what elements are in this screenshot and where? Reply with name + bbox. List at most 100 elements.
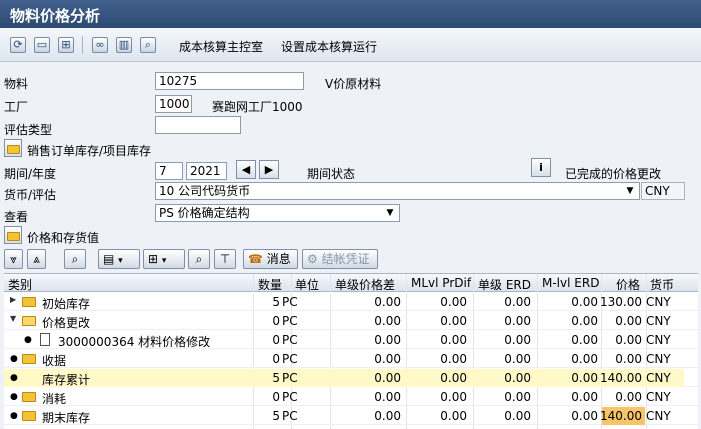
bullet-icon: ● bbox=[10, 373, 18, 383]
bullet-icon: ● bbox=[10, 354, 18, 364]
table-row-highlighted[interactable]: ● 库存累计 5 PC 0.00 0.00 0.00 0.00 140.00 C… bbox=[4, 369, 698, 387]
row-unit: PC bbox=[282, 409, 298, 423]
messages-label: 消息 bbox=[266, 252, 291, 266]
chevron-down-icon[interactable]: ▼ bbox=[383, 206, 397, 220]
info-icon[interactable]: i bbox=[531, 158, 551, 177]
currency-code-field: CNY bbox=[641, 182, 685, 200]
header-sl-price-diff[interactable]: 单级价格差 bbox=[335, 276, 395, 293]
folder-icon bbox=[7, 232, 20, 241]
folder-icon bbox=[22, 411, 36, 421]
row-ml-erd: 0.00 bbox=[571, 295, 598, 309]
row-sl-erd: 0.00 bbox=[504, 333, 531, 347]
row-sl-erd: 0.00 bbox=[504, 314, 531, 328]
period-input[interactable]: 7 bbox=[155, 162, 183, 180]
messages-button[interactable]: ☎ 消息 bbox=[243, 249, 298, 269]
message-icon: ☎ bbox=[248, 252, 263, 266]
find-icon[interactable]: ⌕ bbox=[64, 249, 86, 269]
row-ml-erd: 0.00 bbox=[571, 352, 598, 366]
header-ml-price-diff[interactable]: MLvl PrDif bbox=[411, 276, 471, 290]
row-ml-diff: 0.00 bbox=[440, 390, 467, 404]
row-price[interactable]: 140.00 bbox=[598, 409, 642, 423]
grid-toolbar: ⩔ ⩓ ⌕ ▤ ▾ ⊞ ▾ ⌕ ⊤ ☎ 消息 ⚙ 结帐凭证 bbox=[0, 246, 701, 272]
currency-valuation-label: 货币/评估 bbox=[4, 188, 57, 202]
material-description: V价原材料 bbox=[325, 77, 382, 91]
collapse-all-icon[interactable]: ⩓ bbox=[27, 249, 46, 269]
bullet-icon: ● bbox=[24, 335, 32, 345]
table-row[interactable]: ● 消耗 0 PC 0.00 0.00 0.00 0.00 0.00 CNY bbox=[4, 388, 698, 406]
table-row[interactable]: ● 3000000364 材料价格修改 0 PC 0.00 0.00 0.00 … bbox=[4, 331, 698, 349]
previous-period-button[interactable]: ◀ bbox=[236, 160, 256, 179]
material-input[interactable]: 10275 bbox=[155, 72, 304, 90]
row-quantity: 0 bbox=[272, 390, 280, 404]
details-icon[interactable]: ⌕ bbox=[188, 249, 210, 269]
table-row[interactable]: ▼ 价格更改 0 PC 0.00 0.00 0.00 0.00 0.00 CNY bbox=[4, 312, 698, 330]
plant-label: 工厂 bbox=[4, 100, 29, 114]
header-currency[interactable]: 货币 bbox=[650, 276, 674, 293]
columns-icon[interactable]: ▥ bbox=[116, 37, 132, 53]
chevron-down-icon: ▾ bbox=[118, 256, 123, 266]
tree-icon[interactable]: ⊤ bbox=[214, 249, 236, 269]
row-category: 期末库存 bbox=[42, 411, 91, 425]
bullet-icon: ● bbox=[10, 411, 18, 421]
header-unit[interactable]: 单位 bbox=[295, 276, 319, 293]
plant-input[interactable]: 1000 bbox=[155, 95, 192, 113]
row-sl-erd: 0.00 bbox=[504, 409, 531, 423]
next-period-button[interactable]: ▶ bbox=[259, 160, 279, 179]
row-unit: PC bbox=[282, 314, 298, 328]
post-document-button[interactable]: ⚙ 结帐凭证 bbox=[302, 249, 378, 269]
row-category: 库存累计 bbox=[42, 373, 91, 387]
chevron-down-icon[interactable]: ▼ bbox=[10, 314, 16, 323]
header-sl-erd[interactable]: 单级 ERD bbox=[478, 276, 531, 293]
header-price[interactable]: 价格 bbox=[616, 276, 640, 293]
table-row[interactable]: ● 收据 0 PC 0.00 0.00 0.00 0.00 0.00 CNY bbox=[4, 350, 698, 368]
chevron-right-icon[interactable]: ▶ bbox=[10, 295, 16, 304]
folder-icon bbox=[22, 297, 36, 307]
window-title: 物料价格分析 bbox=[0, 0, 701, 28]
row-ml-diff: 0.00 bbox=[440, 409, 467, 423]
row-ml-erd: 0.00 bbox=[571, 409, 598, 423]
row-ml-erd: 0.00 bbox=[571, 333, 598, 347]
expand-all-icon[interactable]: ⩔ bbox=[4, 249, 23, 269]
row-quantity: 0 bbox=[272, 352, 280, 366]
currency-valuation-select[interactable]: 10 公司代码货币 ▼ bbox=[155, 182, 640, 200]
view-select[interactable]: PS 价格确定结构 ▼ bbox=[155, 204, 400, 222]
row-sl-erd: 0.00 bbox=[504, 371, 531, 385]
row-sl-diff: 0.00 bbox=[374, 371, 401, 385]
display-icon[interactable]: ▭ bbox=[34, 37, 50, 53]
refresh-icon[interactable]: ⟳ bbox=[10, 37, 26, 53]
row-currency: CNY bbox=[646, 390, 671, 404]
row-ml-diff: 0.00 bbox=[440, 295, 467, 309]
price-stock-folder-button[interactable] bbox=[4, 226, 22, 244]
period-year-label: 期间/年度 bbox=[4, 167, 57, 181]
sales-stock-folder-button[interactable] bbox=[4, 139, 22, 157]
cost-cockpit-button[interactable]: 成本核算主控室 bbox=[179, 38, 263, 55]
row-price: 0.00 bbox=[615, 333, 642, 347]
table-row[interactable]: ● 期末库存 5 PC 0.00 0.00 0.00 0.00 140.00 C… bbox=[4, 407, 698, 425]
row-price: 130.00 bbox=[600, 295, 642, 309]
hierarchy-icon[interactable]: ⊞ bbox=[58, 37, 74, 53]
row-category[interactable]: 3000000364 材料价格修改 bbox=[58, 333, 210, 350]
header-quantity[interactable]: 数量 bbox=[258, 276, 282, 293]
sales-stock-label: 销售订单库存/项目库存 bbox=[27, 144, 152, 158]
valuation-type-input[interactable] bbox=[155, 116, 241, 134]
row-ml-erd: 0.00 bbox=[571, 314, 598, 328]
row-ml-erd: 0.00 bbox=[571, 390, 598, 404]
glasses-icon[interactable]: ∞ bbox=[92, 37, 108, 53]
row-ml-erd: 0.00 bbox=[571, 371, 598, 385]
setup-costing-run-button[interactable]: 设置成本核算运行 bbox=[281, 38, 377, 55]
year-input[interactable]: 2021 bbox=[186, 162, 227, 180]
period-status-label: 期间状态 bbox=[307, 167, 356, 181]
zoom-icon[interactable]: ⌕ bbox=[140, 37, 156, 53]
row-quantity: 5 bbox=[272, 371, 280, 385]
row-quantity: 0 bbox=[272, 314, 280, 328]
print-icon: ▤ bbox=[103, 252, 115, 266]
material-label: 物料 bbox=[4, 77, 29, 91]
layout-button[interactable]: ⊞ ▾ bbox=[143, 249, 185, 269]
header-ml-erd[interactable]: M-lvl ERD bbox=[542, 276, 599, 290]
plant-description: 赛跑网工厂1000 bbox=[212, 100, 303, 114]
header-category[interactable]: 类别 bbox=[8, 276, 32, 293]
print-button[interactable]: ▤ ▾ bbox=[98, 249, 140, 269]
table-row[interactable]: ▶ 初始库存 5 PC 0.00 0.00 0.00 0.00 130.00 C… bbox=[4, 293, 698, 311]
row-currency: CNY bbox=[646, 333, 671, 347]
chevron-down-icon[interactable]: ▼ bbox=[623, 184, 637, 198]
